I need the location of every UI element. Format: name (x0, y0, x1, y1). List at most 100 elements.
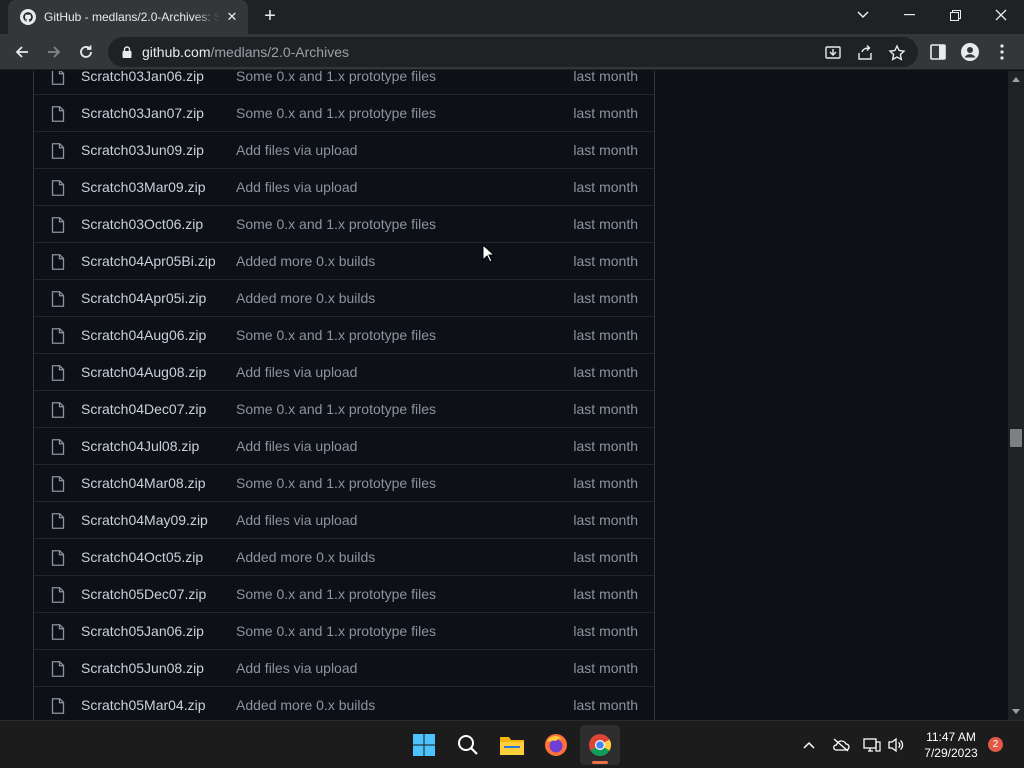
commit-message-link[interactable]: Some 0.x and 1.x prototype files (236, 105, 436, 121)
file-name-link[interactable]: Scratch05Jan06.zip (81, 623, 204, 639)
file-icon (51, 291, 65, 307)
commit-message-link[interactable]: Add files via upload (236, 142, 357, 158)
side-panel-icon[interactable] (928, 42, 948, 62)
file-name-link[interactable]: Scratch04Aug06.zip (81, 327, 206, 343)
file-name-link[interactable]: Scratch04Mar08.zip (81, 475, 206, 491)
notification-count-badge[interactable]: 2 (988, 737, 1003, 752)
file-name-link[interactable]: Scratch05Jun08.zip (81, 660, 204, 676)
file-name-link[interactable]: Scratch04Aug08.zip (81, 364, 206, 380)
commit-age: last month (573, 216, 638, 232)
commit-message-link[interactable]: Add files via upload (236, 512, 357, 528)
scrollbar-thumb[interactable] (1010, 429, 1022, 447)
taskbar-file-explorer[interactable] (492, 725, 532, 765)
commit-message-link[interactable]: Add files via upload (236, 179, 357, 195)
file-row[interactable]: Scratch04Mar08.zip Some 0.x and 1.x proto… (34, 464, 654, 501)
tab-close-icon[interactable]: ✕ (224, 9, 240, 25)
file-row[interactable]: Scratch03Mar09.zip Add files via upload la… (34, 168, 654, 205)
file-row[interactable]: Scratch05Jan06.zip Some 0.x and 1.x proto… (34, 612, 654, 649)
system-clock[interactable]: 11:47 AM 7/29/2023 (910, 729, 992, 761)
file-row[interactable]: Scratch04Oct05.zip Added more 0.x builds l… (34, 538, 654, 575)
show-hidden-icons-button[interactable] (797, 733, 821, 757)
file-row[interactable]: Scratch05Dec07.zip Some 0.x and 1.x proto… (34, 575, 654, 612)
commit-message-link[interactable]: Added more 0.x builds (236, 290, 375, 306)
file-name-link[interactable]: Scratch04Apr05Bi.zip (81, 253, 216, 269)
commit-age: last month (573, 401, 638, 417)
file-row[interactable]: Scratch04Aug08.zip Add files via upload la… (34, 353, 654, 390)
github-icon (20, 9, 36, 25)
file-row[interactable]: Scratch05Mar04.zip Added more 0.x builds l… (34, 686, 654, 720)
file-name-link[interactable]: Scratch03Jun09.zip (81, 142, 204, 158)
commit-message-link[interactable]: Some 0.x and 1.x prototype files (236, 623, 436, 639)
commit-message-link[interactable]: Add files via upload (236, 660, 357, 676)
file-name-link[interactable]: Scratch05Mar04.zip (81, 697, 206, 713)
volume-button[interactable] (884, 733, 908, 757)
commit-message-link[interactable]: Some 0.x and 1.x prototype files (236, 586, 436, 602)
minimize-button[interactable] (886, 0, 932, 30)
file-icon (51, 143, 65, 159)
commit-age: last month (573, 475, 638, 491)
file-name-link[interactable]: Scratch04Jul08.zip (81, 438, 199, 454)
network-button[interactable] (860, 733, 884, 757)
address-bar[interactable]: github.com/medlans/2.0-Archives (108, 37, 918, 67)
file-name-link[interactable]: Scratch04May09.zip (81, 512, 208, 528)
search-icon (458, 735, 478, 755)
file-row[interactable]: Scratch04Apr05Bi.zip Added more 0.x build… (34, 242, 654, 279)
restore-button[interactable] (932, 0, 978, 30)
windows-taskbar: 11:47 AM 7/29/2023 (0, 720, 1024, 768)
file-icon (51, 698, 65, 714)
scroll-up-icon[interactable] (1012, 77, 1020, 82)
commit-message-link[interactable]: Some 0.x and 1.x prototype files (236, 475, 436, 491)
taskbar-search-button[interactable] (448, 725, 488, 765)
back-arrow-icon (15, 46, 28, 58)
file-icon (51, 328, 65, 344)
share-icon[interactable] (856, 44, 874, 62)
file-name-link[interactable]: Scratch04Apr05i.zip (81, 290, 206, 306)
file-name-link[interactable]: Scratch03Mar09.zip (81, 179, 206, 195)
file-name-link[interactable]: Scratch03Jan07.zip (81, 105, 204, 121)
file-row[interactable]: Scratch04May09.zip Add files via upload la… (34, 501, 654, 538)
lock-icon[interactable] (120, 45, 134, 59)
commit-message-link[interactable]: Added more 0.x builds (236, 697, 375, 713)
commit-message-link[interactable]: Some 0.x and 1.x prototype files (236, 216, 436, 232)
scroll-down-icon[interactable] (1012, 709, 1020, 714)
file-row[interactable]: Scratch04Jul08.zip Add files via upload la… (34, 427, 654, 464)
bookmark-star-icon[interactable] (888, 44, 906, 62)
file-row[interactable]: Scratch04Dec07.zip Some 0.x and 1.x proto… (34, 390, 654, 427)
commit-message-link[interactable]: Some 0.x and 1.x prototype files (236, 327, 436, 343)
file-name-link[interactable]: Scratch05Dec07.zip (81, 586, 206, 602)
onedrive-button[interactable] (829, 733, 853, 757)
commit-message-link[interactable]: Some 0.x and 1.x prototype files (236, 71, 436, 84)
commit-message-link[interactable]: Add files via upload (236, 364, 357, 380)
clock-time: 11:47 AM (926, 730, 976, 744)
vertical-scrollbar[interactable] (1008, 71, 1024, 720)
menu-kebab-icon[interactable] (992, 42, 1012, 62)
commit-message-link[interactable]: Add files via upload (236, 438, 357, 454)
new-tab-button[interactable]: + (258, 5, 282, 29)
taskbar-chrome[interactable] (580, 725, 620, 765)
back-button[interactable] (8, 38, 36, 66)
file-row[interactable]: Scratch03Jan07.zip Some 0.x and 1.x proto… (34, 94, 654, 131)
file-row[interactable]: Scratch03Jun09.zip Add files via upload la… (34, 131, 654, 168)
commit-message-link[interactable]: Added more 0.x builds (236, 549, 375, 565)
commit-message-link[interactable]: Some 0.x and 1.x prototype files (236, 401, 436, 417)
file-name-link[interactable]: Scratch03Jan06.zip (81, 71, 204, 84)
close-window-button[interactable] (978, 0, 1024, 30)
file-row[interactable]: Scratch05Jun08.zip Add files via upload la… (34, 649, 654, 686)
reload-button[interactable] (72, 38, 100, 66)
forward-button[interactable] (40, 38, 68, 66)
tab-search-chevron-icon[interactable] (840, 0, 886, 30)
file-row[interactable]: Scratch04Aug06.zip Some 0.x and 1.x proto… (34, 316, 654, 353)
file-row[interactable]: Scratch03Jan06.zip Some 0.x and 1.x proto… (34, 71, 654, 94)
file-name-link[interactable]: Scratch04Oct05.zip (81, 549, 203, 565)
file-row[interactable]: Scratch04Apr05i.zip Added more 0.x builds… (34, 279, 654, 316)
profile-avatar-icon[interactable] (960, 42, 980, 62)
commit-message-link[interactable]: Added more 0.x builds (236, 253, 375, 269)
install-app-icon[interactable] (824, 44, 842, 62)
file-name-link[interactable]: Scratch04Dec07.zip (81, 401, 206, 417)
file-list: Scratch03Jan06.zip Some 0.x and 1.x proto… (33, 71, 655, 720)
browser-tab-active[interactable]: GitHub - medlans/2.0-Archives: Scratch 2… (8, 0, 248, 34)
taskbar-firefox[interactable] (536, 725, 576, 765)
windows-start-button[interactable] (404, 725, 444, 765)
file-name-link[interactable]: Scratch03Oct06.zip (81, 216, 203, 232)
file-row[interactable]: Scratch03Oct06.zip Some 0.x and 1.x proto… (34, 205, 654, 242)
